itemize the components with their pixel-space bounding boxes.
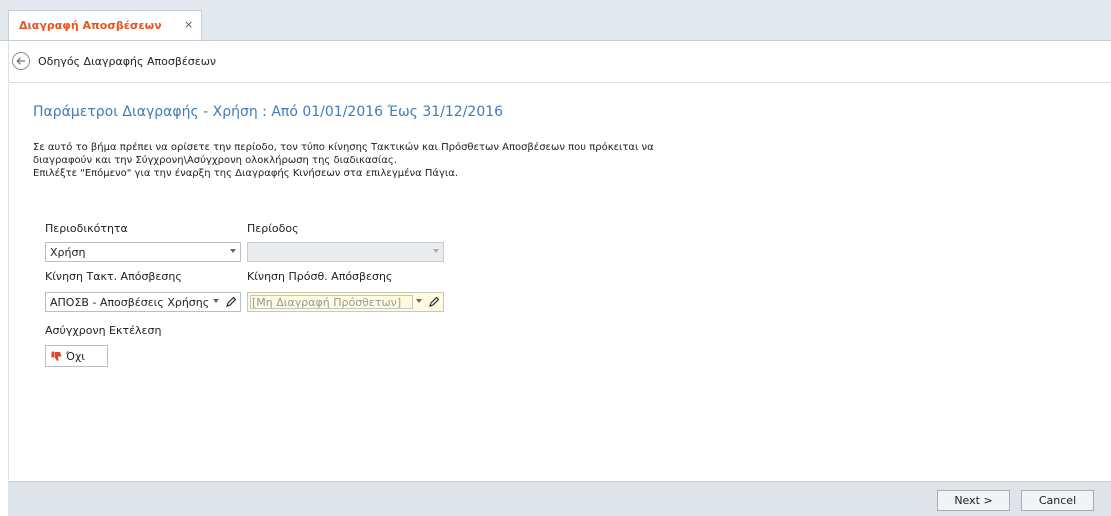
description-line: Σε αυτό το βήμα πρέπει να ορίσετε την πε…	[33, 142, 654, 153]
page-description: Σε αυτό το βήμα πρέπει να ορίσετε την πε…	[33, 141, 753, 180]
chevron-down-icon[interactable]	[230, 249, 236, 253]
async-value: Όχι	[66, 350, 86, 363]
period-label: Περίοδος	[247, 222, 299, 235]
async-label: Ασύγχρονη Εκτέλεση	[45, 324, 162, 337]
tab-strip: Διαγραφή Αποσβέσεων ×	[0, 0, 1111, 41]
regular-movement-value: ΑΠΟΣΒ - Αποσβέσεις Χρήσης	[50, 296, 210, 309]
page-title: Παράμετροι Διαγραφής - Χρήση : Από 01/01…	[33, 104, 504, 120]
description-line: διαγραφούν και την Σύγχρονη\Ασύγχρονη ολ…	[33, 155, 397, 166]
next-button[interactable]: Next >	[937, 490, 1010, 511]
back-arrow-icon[interactable]	[12, 52, 30, 70]
periodicity-label: Περιοδικότητα	[45, 222, 128, 235]
wizard-header: Οδηγός Διαγραφής Αποσβέσεων	[8, 41, 1111, 83]
tab-label: Διαγραφή Αποσβέσεων	[19, 19, 162, 32]
cancel-button[interactable]: Cancel	[1021, 490, 1094, 511]
thumbs-down-icon	[51, 351, 63, 365]
additional-movement-value: [Μη Διαγραφή Πρόσθετων]	[252, 296, 402, 309]
pencil-icon[interactable]	[428, 296, 440, 308]
regular-movement-label: Κίνηση Τακτ. Απόσβεσης	[45, 270, 182, 283]
additional-movement-label: Κίνηση Πρόσθ. Απόσβεσης	[247, 270, 393, 283]
wizard-title: Οδηγός Διαγραφής Αποσβέσεων	[38, 55, 217, 68]
description-line: Επιλέξτε "Επόμενο" για την έναρξη της Δι…	[33, 168, 459, 179]
chevron-down-icon[interactable]	[213, 299, 219, 303]
footer-bar: Next > Cancel	[8, 481, 1111, 516]
periodicity-select[interactable]: Χρήση	[45, 242, 241, 262]
period-select[interactable]	[247, 242, 444, 262]
chevron-down-icon[interactable]	[433, 249, 439, 253]
pencil-icon[interactable]	[225, 296, 237, 308]
regular-movement-select[interactable]: ΑΠΟΣΒ - Αποσβέσεις Χρήσης	[45, 292, 241, 312]
wizard-page: Παράμετροι Διαγραφής - Χρήση : Από 01/01…	[8, 84, 1111, 480]
async-toggle[interactable]: Όχι	[45, 345, 108, 367]
additional-movement-select[interactable]: [Μη Διαγραφή Πρόσθετων]	[247, 292, 444, 312]
periodicity-value: Χρήση	[50, 246, 86, 259]
close-icon[interactable]: ×	[184, 18, 193, 31]
tab-delete-depreciation[interactable]: Διαγραφή Αποσβέσεων ×	[8, 10, 202, 40]
chevron-down-icon[interactable]	[416, 299, 422, 303]
